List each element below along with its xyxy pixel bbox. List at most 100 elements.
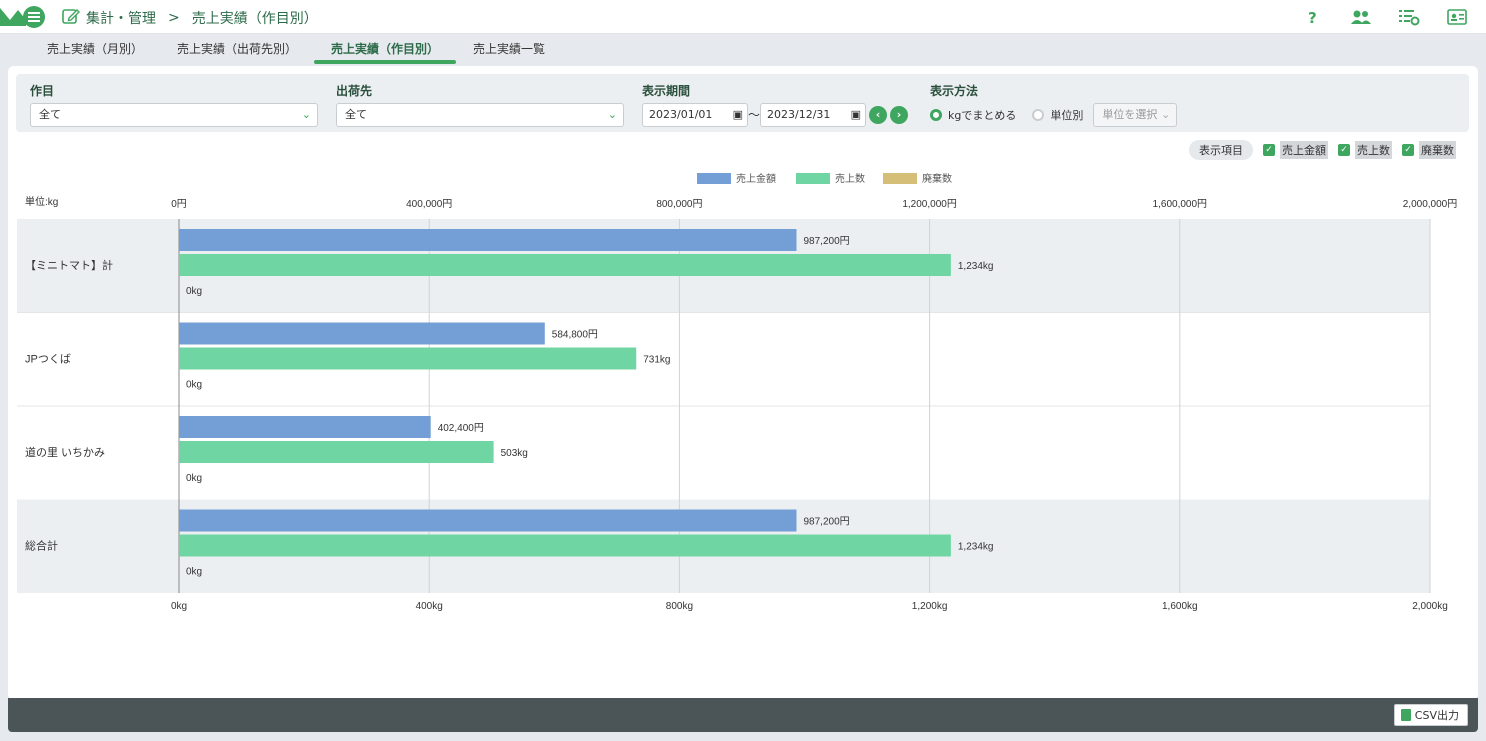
top-axis-tick-label: 1,200,000円 — [902, 199, 957, 210]
legend-swatch — [697, 173, 731, 184]
breadcrumb-section[interactable]: 集計・管理 — [86, 8, 156, 28]
toggle-qty[interactable]: ✓ 売上数 — [1338, 141, 1392, 159]
category-label: JPつくば — [25, 353, 71, 366]
help-icon[interactable]: ? — [1302, 6, 1324, 28]
unit-select[interactable]: 単位を選択 ⌄ — [1093, 103, 1178, 127]
display-items-label: 表示項目 — [1189, 140, 1253, 160]
crop-select[interactable]: 全て ⌄ — [30, 103, 318, 127]
period-filter: 表示期間 2023/01/01 ▣ ～ 2023/12/31 ▣ ‹ › — [642, 82, 908, 127]
bar — [179, 254, 951, 276]
chevron-right-icon: > — [168, 10, 180, 26]
legend-label: 売上金額 — [736, 172, 776, 185]
destination-value: 全て — [345, 108, 367, 121]
chevron-down-icon: ⌄ — [301, 108, 311, 121]
bottom-axis-tick-label: 2,000kg — [1412, 601, 1448, 612]
method-filter: 表示方法 kgでまとめる 単位別 単位を選択 ⌄ — [930, 82, 1178, 127]
bar-value-label: 584,800円 — [552, 330, 598, 341]
category-label: 総合計 — [25, 539, 58, 553]
toggle-amount-label: 売上金額 — [1280, 141, 1328, 159]
bottom-axis-tick-label: 0kg — [171, 601, 187, 612]
top-axis-tick-label: 2,000,000円 — [1403, 199, 1458, 210]
app-logo-menu-icon[interactable] — [0, 2, 48, 32]
unit-label: 単位:kg — [25, 195, 58, 208]
kg-radio[interactable] — [930, 109, 942, 121]
top-axis-tick-label: 1,600,000円 — [1153, 199, 1208, 210]
bottom-axis-tick-label: 1,200kg — [912, 601, 948, 612]
file-icon — [1400, 709, 1411, 721]
period-label: 表示期間 — [642, 84, 691, 98]
bar-value-label: 1,234kg — [958, 542, 994, 553]
bar-value-label: 731kg — [643, 355, 670, 366]
bar-value-label: 503kg — [501, 448, 528, 459]
category-label: 道の里 いちかみ — [25, 445, 105, 459]
checkbox-checked-icon[interactable]: ✓ — [1338, 144, 1350, 156]
prev-period-button[interactable]: ‹ — [869, 106, 887, 124]
csv-export-button[interactable]: CSV出力 — [1393, 704, 1468, 726]
crop-label: 作目 — [30, 84, 55, 98]
start-date-input[interactable]: 2023/01/01 ▣ — [642, 103, 748, 127]
start-date-value: 2023/01/01 — [649, 108, 713, 121]
bar — [179, 229, 797, 251]
profile-card-icon[interactable] — [1446, 6, 1468, 28]
breadcrumb: 集計・管理 > 売上実績（作目別） — [62, 7, 318, 29]
bar-value-label: 987,200円 — [803, 517, 849, 528]
checkbox-checked-icon[interactable]: ✓ — [1402, 144, 1414, 156]
unit-radio-label[interactable]: 単位別 — [1050, 107, 1083, 123]
bar — [179, 416, 431, 438]
legend-label: 売上数 — [835, 172, 865, 185]
tab-by-crop[interactable]: 売上実績（作目別） — [314, 38, 457, 66]
edit-icon — [62, 7, 80, 29]
legend-swatch — [883, 173, 917, 184]
bottom-axis-tick-label: 400kg — [416, 601, 443, 612]
period-separator: ～ — [748, 108, 761, 122]
calendar-icon[interactable]: ▣ — [851, 104, 861, 126]
tab-bar: 売上実績（月別） 売上実績（出荷先別） 売上実績（作目別） 売上実績一覧 — [30, 38, 562, 66]
tab-list[interactable]: 売上実績一覧 — [456, 38, 562, 66]
destination-select[interactable]: 全て ⌄ — [336, 103, 624, 127]
csv-export-label: CSV出力 — [1414, 709, 1459, 722]
footer-bar: CSV出力 — [8, 698, 1478, 732]
bar — [179, 322, 545, 345]
unit-radio[interactable] — [1032, 109, 1045, 121]
legend-label: 廃棄数 — [922, 172, 952, 185]
bar-value-label: 0kg — [186, 473, 202, 484]
users-icon[interactable] — [1350, 6, 1372, 28]
bottom-axis-tick-label: 800kg — [666, 601, 693, 612]
bar — [179, 441, 494, 463]
kg-radio-label[interactable]: kgでまとめる — [948, 107, 1016, 123]
list-settings-icon[interactable] — [1398, 6, 1420, 28]
display-items: 表示項目 ✓ 売上金額 ✓ 売上数 ✓ 廃棄数 — [1189, 140, 1456, 160]
crop-value: 全て — [39, 108, 61, 121]
checkbox-checked-icon[interactable]: ✓ — [1263, 144, 1275, 156]
chevron-down-icon: ⌄ — [607, 108, 617, 121]
bar-value-label: 1,234kg — [958, 261, 994, 272]
destination-label: 出荷先 — [336, 84, 373, 98]
bar-value-label: 402,400円 — [438, 423, 484, 434]
top-axis-tick-label: 400,000円 — [406, 199, 452, 210]
method-label: 表示方法 — [930, 84, 979, 98]
bar — [179, 534, 951, 557]
crop-filter: 作目 全て ⌄ — [30, 82, 318, 127]
filter-bar: 作目 全て ⌄ 出荷先 全て ⌄ 表示期間 2023/01/01 ▣ ～ 202… — [16, 74, 1469, 132]
unit-select-placeholder: 単位を選択 — [1102, 108, 1158, 121]
destination-filter: 出荷先 全て ⌄ — [336, 82, 624, 127]
end-date-input[interactable]: 2023/12/31 ▣ — [760, 103, 866, 127]
toggle-qty-label: 売上数 — [1355, 141, 1392, 159]
tab-by-destination[interactable]: 売上実績（出荷先別） — [160, 38, 314, 66]
svg-text:?: ? — [1308, 9, 1317, 25]
sales-by-crop-chart: 0円 0kg 400,000円 400kg 800,000円 800kg 1,200,000… — [17, 172, 1458, 612]
bottom-axis-tick-label: 1,600kg — [1162, 601, 1198, 612]
top-bar: 集計・管理 > 売上実績（作目別） ? — [0, 0, 1486, 34]
bar-value-label: 987,200円 — [803, 236, 849, 247]
top-axis-tick-label: 0円 — [171, 199, 187, 210]
legend-swatch — [796, 173, 830, 184]
toggle-waste[interactable]: ✓ 廃棄数 — [1402, 141, 1456, 159]
calendar-icon[interactable]: ▣ — [733, 104, 743, 126]
toggle-waste-label: 廃棄数 — [1419, 141, 1456, 159]
bar-value-label: 0kg — [186, 380, 202, 391]
next-period-button[interactable]: › — [890, 106, 908, 124]
tab-monthly[interactable]: 売上実績（月別） — [30, 38, 160, 66]
top-axis-tick-label: 800,000円 — [656, 199, 702, 210]
toggle-amount[interactable]: ✓ 売上金額 — [1263, 141, 1328, 159]
chevron-down-icon: ⌄ — [1161, 108, 1171, 121]
